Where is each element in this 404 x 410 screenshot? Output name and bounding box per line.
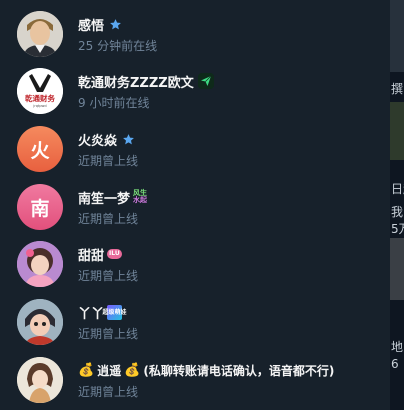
avatar: 火 [17, 126, 63, 172]
contact-status: 25 分钟前在线 [78, 39, 158, 53]
avatar-text: 乾通财务 [25, 93, 55, 103]
contact-name: 南笙一梦 [78, 191, 131, 207]
money-bag-icon: 💰 [78, 362, 95, 378]
avatar-letter: 火 [30, 139, 50, 162]
contact-name: 甜甜 [78, 248, 105, 264]
background-text: 地 [391, 340, 404, 354]
contact-row-nansheng[interactable]: 南 南笙一梦 风生 水起 近期曾上线 [0, 180, 390, 236]
background-chat-strip: 撰 日起 我 5万 地 6 [390, 0, 404, 410]
contact-status: 近期曾上线 [78, 154, 139, 168]
contact-row-yaya[interactable]: 丫丫 超级萌娃 近期曾上线 [0, 295, 390, 351]
contact-status: 近期曾上线 [78, 327, 139, 341]
background-image [390, 238, 404, 300]
background-image [390, 0, 404, 72]
background-text: 日起 [391, 182, 404, 196]
contact-name-line: 丫丫 超级萌娃 [78, 303, 127, 322]
contact-row-qiantong[interactable]: 乾通财务 jrqtpwd 乾通财务ZZZZ欧文 9 小时前在线 [0, 64, 390, 120]
star-icon [110, 18, 121, 29]
fengsheng-badge-icon: 风生 水起 [133, 189, 148, 204]
send-icon [197, 73, 214, 89]
contact-status: 近期曾上线 [78, 212, 139, 226]
contact-row-xiaoyao[interactable]: 💰 逍遥 💰 (私聊转账请电话确认，语音都不行) 近期曾上线 [0, 353, 390, 409]
photo-avatar-toddler-icon [17, 299, 63, 345]
contact-row-huoyanyan[interactable]: 火 火炎焱 近期曾上线 [0, 122, 390, 178]
avatar [17, 299, 63, 345]
contact-row-ganwu[interactable]: 感悟 25 分钟前在线 [0, 7, 390, 63]
money-bag-icon: 💰 [124, 362, 141, 378]
avatar [17, 357, 63, 403]
photo-avatar-man-icon [17, 11, 63, 57]
contact-status: 9 小时前在线 [78, 96, 150, 110]
avatar [17, 241, 63, 287]
contact-name: 丫丫 [78, 306, 105, 322]
background-text: 我 [391, 205, 404, 219]
contact-name-line: 甜甜 ILU [78, 245, 122, 264]
contact-status: 近期曾上线 [78, 385, 139, 399]
contact-list: 感悟 25 分钟前在线 乾通财务 jrqtpwd 乾通财务ZZZZ欧文 9 小时… [0, 0, 390, 410]
contact-name: 火炎焱 [78, 133, 118, 149]
suit-logo-icon: 乾通财务 jrqtpwd [17, 68, 63, 114]
avatar: 南 [17, 184, 63, 230]
contact-name-line: 💰 逍遥 💰 (私聊转账请电话确认，语音都不行) [78, 361, 334, 379]
contact-name-suffix: (私聊转账请电话确认，语音都不行) [143, 363, 335, 378]
cute-baby-badge-icon: 超级萌娃 [103, 304, 127, 320]
avatar-letter: 南 [30, 197, 50, 220]
photo-avatar-girl-icon [17, 241, 63, 287]
contact-name: 乾通财务ZZZZ欧文 [78, 75, 194, 91]
contact-name: 感悟 [78, 18, 105, 34]
avatar-subtext: jrqtpwd [32, 104, 46, 108]
photo-avatar-cartoon-icon [17, 357, 63, 403]
contact-row-tiantian[interactable]: 甜甜 ILU 近期曾上线 [0, 237, 390, 293]
contact-name-line: 南笙一梦 风生 水起 [78, 188, 148, 207]
pink-badge-icon: ILU [107, 249, 122, 259]
background-text: 撰 [391, 82, 404, 96]
contact-status: 近期曾上线 [78, 269, 139, 283]
star-icon [123, 133, 134, 144]
contact-name-line: 乾通财务ZZZZ欧文 [78, 72, 214, 91]
contact-name-line: 火炎焱 [78, 130, 135, 149]
contact-name-line: 感悟 [78, 15, 122, 34]
contact-name: 逍遥 [97, 363, 122, 378]
background-text: 6 [391, 357, 399, 371]
background-text: 5万 [391, 222, 404, 236]
avatar: 乾通财务 jrqtpwd [17, 68, 63, 114]
background-image [390, 102, 404, 160]
avatar [17, 11, 63, 57]
